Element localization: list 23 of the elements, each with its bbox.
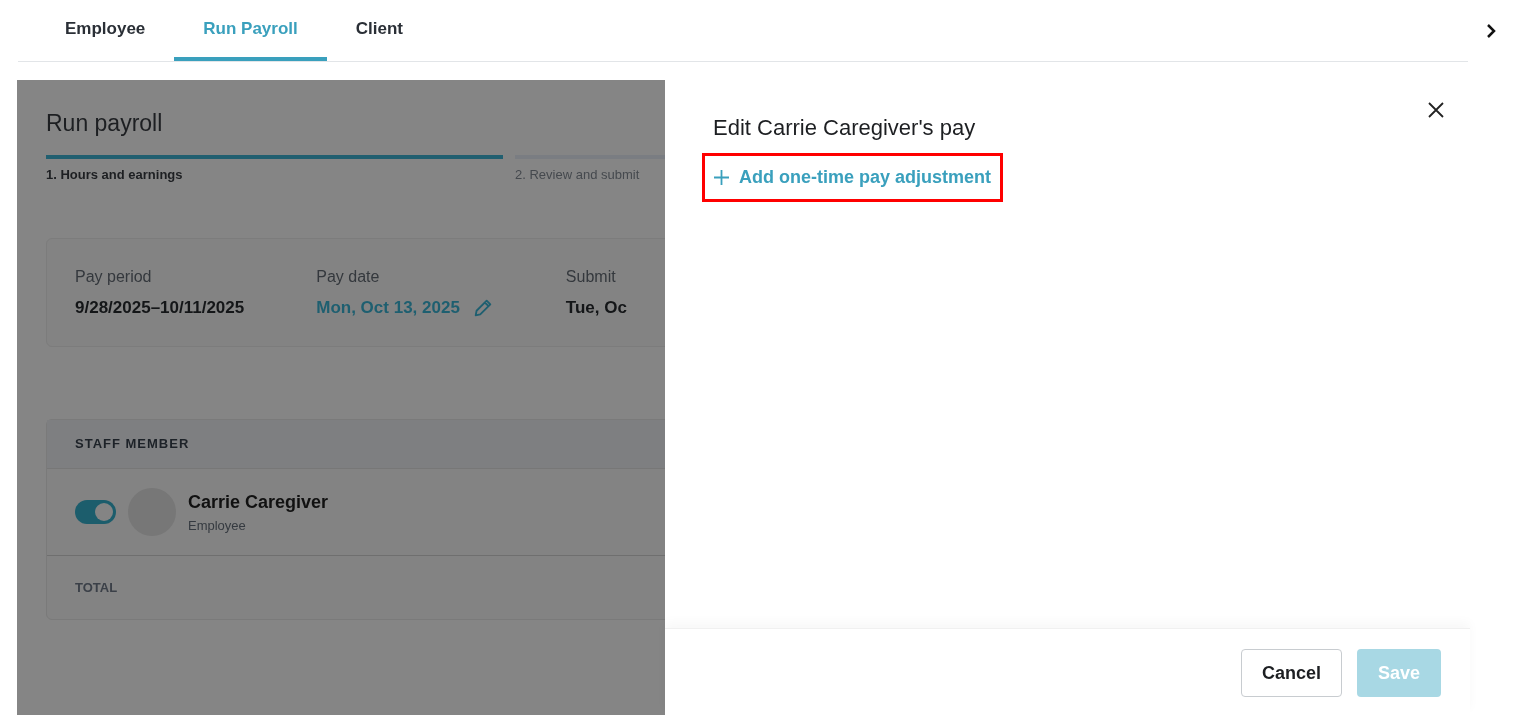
- field-value: 9/28/2025–10/11/2025: [75, 296, 245, 319]
- toggle-switch[interactable]: [75, 500, 116, 524]
- tab[interactable]: Run Payroll: [174, 0, 327, 61]
- drawer-title: Edit Carrie Caregiver's pay: [712, 114, 976, 142]
- close-icon[interactable]: [1428, 102, 1444, 118]
- field-value[interactable]: Mon, Oct 13, 2025: [316, 294, 460, 321]
- page-title: Run payroll: [46, 109, 164, 138]
- add-adjustment-link[interactable]: Add one-time pay adjustment: [714, 164, 992, 191]
- field-label: Submit: [565, 266, 617, 287]
- field-value: Tue, Oc: [565, 296, 627, 319]
- tab[interactable]: Client: [326, 0, 432, 61]
- staff-name: Carrie Caregiver: [188, 490, 329, 514]
- field-label: Pay date: [316, 266, 381, 287]
- chevron-right-icon[interactable]: [1485, 23, 1496, 39]
- field-label: Pay period: [75, 266, 153, 287]
- plus-icon: [714, 170, 729, 185]
- staff-role: Employee: [188, 516, 247, 535]
- step-label: 1. Hours and earnings: [46, 165, 184, 184]
- tab[interactable]: Employee: [36, 0, 175, 61]
- step-label: 2. Review and submit: [515, 165, 641, 184]
- total-label: TOTAL: [75, 578, 118, 597]
- cancel-button[interactable]: Cancel: [1240, 649, 1342, 697]
- column-header: STAFF MEMBER: [75, 435, 190, 454]
